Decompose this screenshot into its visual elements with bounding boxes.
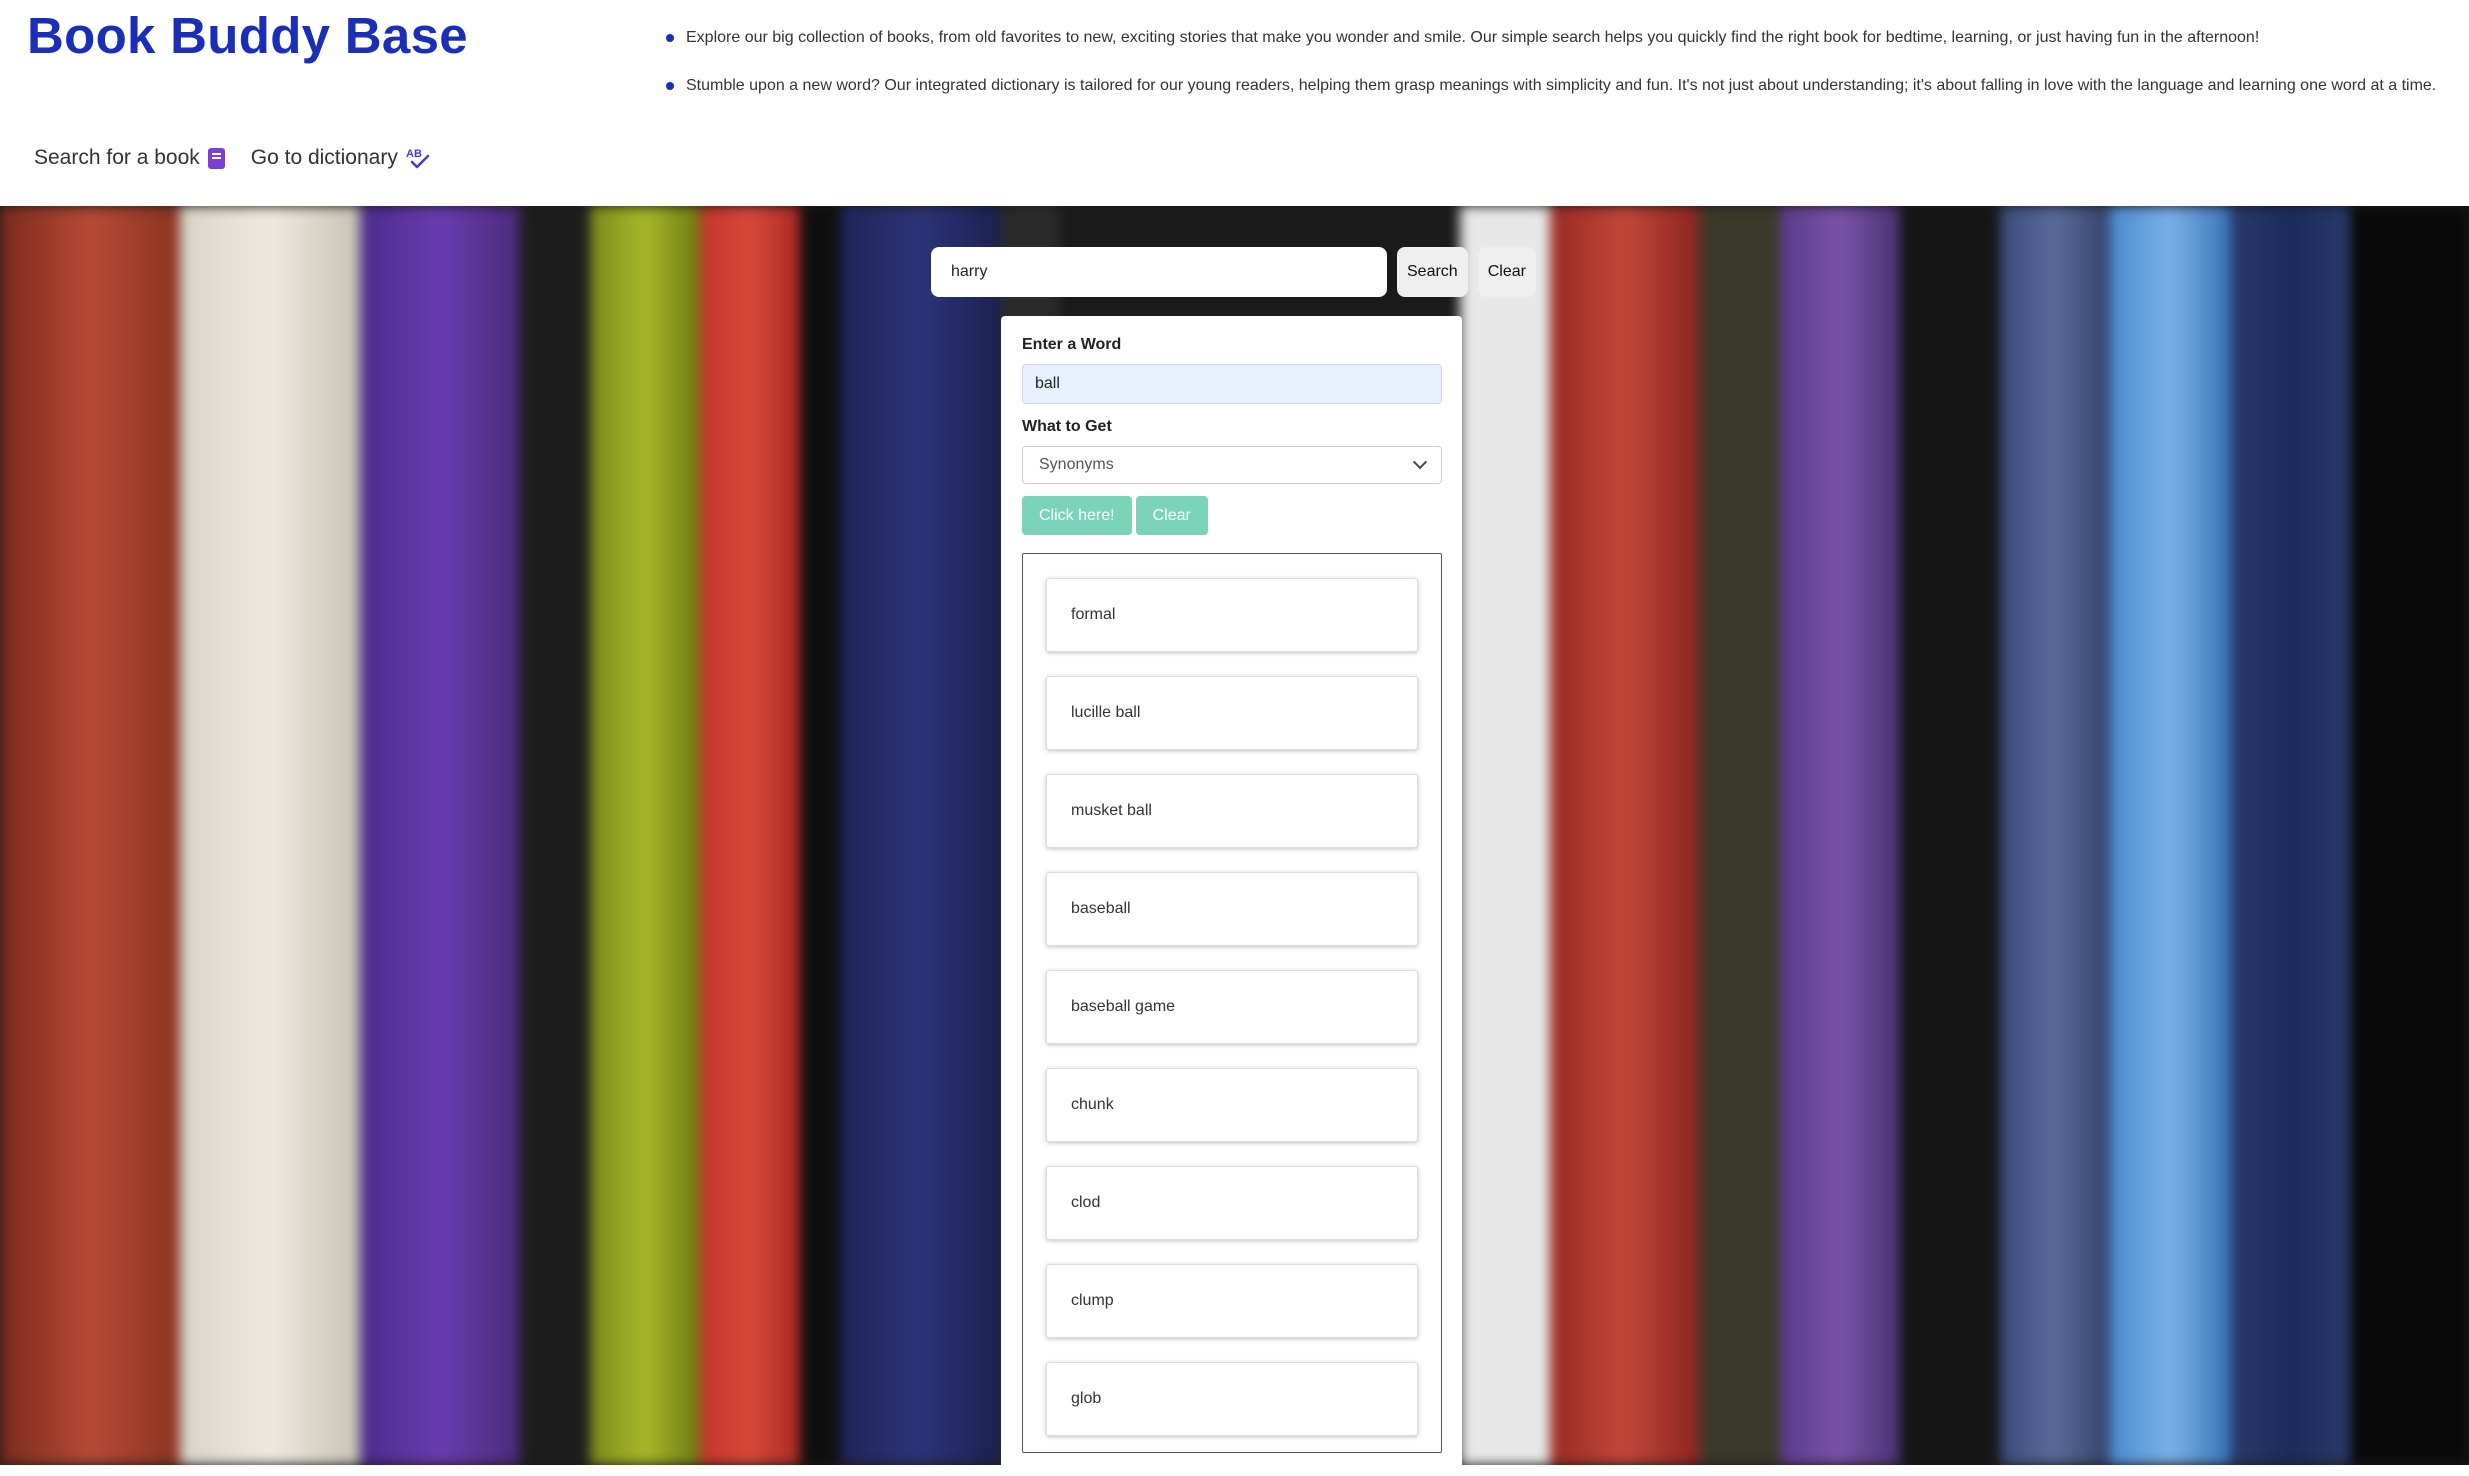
results-list: formal lucille ball musket ball baseball… bbox=[1022, 553, 1442, 1453]
book-search-input[interactable] bbox=[931, 247, 1387, 297]
nav-search-book[interactable]: Search for a book bbox=[34, 146, 225, 170]
word-input[interactable] bbox=[1022, 364, 1442, 404]
what-to-get-selected: Synonyms bbox=[1039, 456, 1114, 473]
book-icon bbox=[207, 147, 225, 169]
result-item[interactable]: chunk bbox=[1046, 1068, 1418, 1142]
main-nav: Search for a book Go to dictionary AB bbox=[34, 146, 432, 170]
result-item[interactable]: clod bbox=[1046, 1166, 1418, 1240]
result-item[interactable]: formal bbox=[1046, 578, 1418, 652]
word-label: Enter a Word bbox=[1022, 336, 1122, 353]
result-item[interactable]: baseball bbox=[1046, 872, 1418, 946]
book-search-clear-button[interactable]: Clear bbox=[1477, 247, 1536, 297]
intro-item-books: Explore our big collection of books, fro… bbox=[666, 28, 2456, 48]
spellcheck-icon: AB bbox=[406, 146, 432, 170]
dictionary-actions: Click here! Clear bbox=[1022, 496, 1441, 535]
result-item[interactable]: lucille ball bbox=[1046, 676, 1418, 750]
nav-search-book-label: Search for a book bbox=[34, 146, 200, 169]
lookup-button[interactable]: Click here! bbox=[1022, 496, 1132, 535]
book-search-bar: Search Clear bbox=[931, 247, 1536, 297]
what-to-get-select[interactable]: Synonyms bbox=[1022, 446, 1442, 484]
dictionary-clear-button[interactable]: Clear bbox=[1135, 496, 1208, 535]
nav-dictionary-label: Go to dictionary bbox=[250, 146, 398, 169]
result-item[interactable]: baseball game bbox=[1046, 970, 1418, 1044]
what-label: What to Get bbox=[1022, 418, 1112, 435]
nav-dictionary[interactable]: Go to dictionary AB bbox=[251, 146, 432, 170]
result-item[interactable]: clump bbox=[1046, 1264, 1418, 1338]
dictionary-panel: Enter a Word What to Get Synonyms Click … bbox=[1001, 316, 1462, 1476]
svg-text:AB: AB bbox=[406, 148, 422, 160]
chevron-down-icon bbox=[1412, 455, 1428, 470]
site-header: Book Buddy Base Explore our big collecti… bbox=[0, 0, 2469, 206]
intro-list: Explore our big collection of books, fro… bbox=[666, 28, 2456, 124]
result-item[interactable]: glob bbox=[1046, 1362, 1418, 1436]
book-search-button[interactable]: Search bbox=[1397, 247, 1468, 297]
result-item[interactable]: musket ball bbox=[1046, 774, 1418, 848]
site-title: Book Buddy Base bbox=[27, 7, 468, 64]
intro-item-dictionary: Stumble upon a new word? Our integrated … bbox=[666, 76, 2456, 96]
